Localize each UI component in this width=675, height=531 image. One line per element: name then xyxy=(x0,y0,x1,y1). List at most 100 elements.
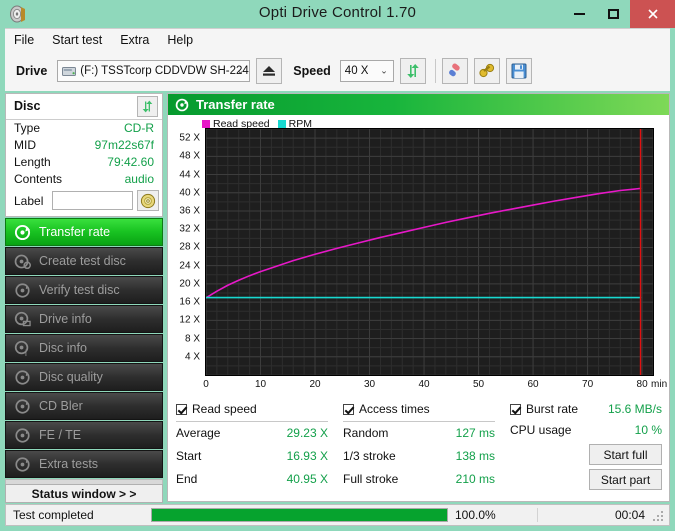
y-axis-tick-label: 32 X xyxy=(179,224,200,235)
disc-verify-icon xyxy=(14,282,31,299)
sidebar-item-cd-bler[interactable]: CD Bler xyxy=(5,392,163,420)
menu-bar: File Start test Extra Help xyxy=(5,28,670,51)
result-row-start: Start 16.93 X xyxy=(176,445,328,468)
disc-info-icon: i xyxy=(14,340,31,357)
y-axis-tick-label: 12 X xyxy=(179,315,200,326)
drive-select[interactable]: (F:) TSSTcorp CDDVDW SH-224GB SB00 ⌄ xyxy=(57,60,250,82)
disc-label-input[interactable] xyxy=(52,191,133,210)
y-axis-tick-label: 16 X xyxy=(179,297,200,308)
elapsed-time: 00:04 xyxy=(537,508,653,522)
speed-label: Speed xyxy=(293,64,331,78)
menu-item-start-test[interactable]: Start test xyxy=(43,31,111,49)
x-axis-tick-label: 40 xyxy=(418,379,429,390)
sidebar-item-transfer-rate[interactable]: Transfer rate xyxy=(5,218,163,246)
disc-row-type: Type CD-R xyxy=(6,120,162,137)
sidebar-item-label: Disc quality xyxy=(39,370,103,384)
eject-button[interactable] xyxy=(256,58,282,84)
refresh-button[interactable] xyxy=(400,58,426,84)
disc-row-key: Length xyxy=(14,155,51,169)
status-window-button[interactable]: Status window > > xyxy=(5,484,163,503)
progress-percent: 100.0% xyxy=(455,508,537,522)
y-axis-tick-label: 44 X xyxy=(179,169,200,180)
sidebar-item-disc-info[interactable]: i Disc info xyxy=(5,334,163,362)
x-axis-tick-label: 0 xyxy=(203,379,209,390)
read-speed-checkbox[interactable] xyxy=(176,404,187,415)
sidebar-item-extra-tests[interactable]: Extra tests xyxy=(5,450,163,478)
access-times-checkbox[interactable] xyxy=(343,404,354,415)
disc-extra-icon xyxy=(14,456,31,473)
disc-row-key: Contents xyxy=(14,172,62,186)
drive-value: (F:) TSSTcorp CDDVDW SH-224GB SB00 xyxy=(80,65,249,77)
sidebar-item-disc-quality[interactable]: Disc quality xyxy=(5,363,163,391)
tools-button[interactable] xyxy=(474,58,500,84)
disc-row-value: CD-R xyxy=(124,121,154,135)
disc-row-key: Type xyxy=(14,121,40,135)
burst-rate-checkbox-row[interactable]: Burst rate 15.6 MB/s xyxy=(510,399,662,419)
results-area: Read speed Average 29.23 X Start 16.93 X… xyxy=(168,399,669,499)
menu-item-extra[interactable]: Extra xyxy=(111,31,158,49)
result-value: 40.95 X xyxy=(287,472,328,486)
disc-panel: Disc Type CD-R MID 97m22s67f Length 79:4… xyxy=(5,93,163,217)
result-value: 29.23 X xyxy=(287,426,328,440)
start-part-row: Start part xyxy=(510,469,662,494)
sidebar-item-drive-info[interactable]: Drive info xyxy=(5,305,163,333)
resize-grip[interactable] xyxy=(653,509,665,521)
eraser-icon xyxy=(446,62,464,80)
minimize-button[interactable] xyxy=(562,0,596,28)
y-axis-tick-label: 8 X xyxy=(185,333,200,344)
x-axis-tick-label: 30 xyxy=(364,379,375,390)
y-axis-tick-label: 4 X xyxy=(185,351,200,362)
result-key: Average xyxy=(176,426,220,440)
menu-item-file[interactable]: File xyxy=(5,31,43,49)
refresh-icon xyxy=(140,99,155,114)
x-axis-tick-label: 50 xyxy=(473,379,484,390)
chevron-down-icon: ⌄ xyxy=(380,65,388,76)
disc-quality-icon xyxy=(14,369,31,386)
sidebar-item-verify-test-disc[interactable]: Verify test disc xyxy=(5,276,163,304)
sidebar-item-fe-te[interactable]: FE / TE xyxy=(5,421,163,449)
disc-label-button[interactable] xyxy=(137,190,159,211)
svg-text:i: i xyxy=(25,348,27,357)
sidebar-item-label: Create test disc xyxy=(39,254,126,268)
start-part-button[interactable]: Start part xyxy=(589,469,662,490)
sidebar-item-label: FE / TE xyxy=(39,428,81,442)
y-axis-tick-label: 20 X xyxy=(179,278,200,289)
toolbar: Drive (F:) TSSTcorp CDDVDW SH-224GB SB00… xyxy=(5,50,670,91)
start-full-button[interactable]: Start full xyxy=(589,444,662,465)
menu-item-help[interactable]: Help xyxy=(158,31,202,49)
sidebar-item-label: Transfer rate xyxy=(39,225,110,239)
app-window: Opti Drive Control 1.70 File Start test … xyxy=(0,0,675,531)
cd-disc-icon xyxy=(140,193,156,209)
maximize-button[interactable] xyxy=(596,0,630,28)
x-axis-tick-label: 10 xyxy=(255,379,266,390)
erase-button[interactable] xyxy=(442,58,468,84)
disc-panel-header: Disc xyxy=(6,94,162,120)
result-key: CPU usage xyxy=(510,423,571,437)
progress-bar xyxy=(151,508,448,522)
result-value: 210 ms xyxy=(456,472,495,486)
speed-value: 40 X xyxy=(345,65,369,77)
result-value: 138 ms xyxy=(456,449,495,463)
refresh-icon xyxy=(404,62,422,80)
result-key: Start xyxy=(176,449,201,463)
x-axis-tick-label: 80 xyxy=(637,379,648,390)
close-button[interactable] xyxy=(630,0,675,28)
disc-row-mid: MID 97m22s67f xyxy=(6,137,162,154)
sidebar-item-create-test-disc[interactable]: Create test disc xyxy=(5,247,163,275)
disc-transfer-icon xyxy=(175,98,189,112)
sidebar-item-label: Disc info xyxy=(39,341,87,355)
result-value: 127 ms xyxy=(456,426,495,440)
result-value: 16.93 X xyxy=(287,449,328,463)
result-row-random: Random 127 ms xyxy=(343,422,495,445)
burst-rate-checkbox[interactable] xyxy=(510,404,521,415)
disc-row-value: audio xyxy=(125,172,154,186)
disc-row-value: 97m22s67f xyxy=(95,138,154,152)
result-key: End xyxy=(176,472,197,486)
result-row-average: Average 29.23 X xyxy=(176,422,328,445)
disc-refresh-button[interactable] xyxy=(137,96,158,117)
save-button[interactable] xyxy=(506,58,532,84)
access-times-checkbox-row[interactable]: Access times xyxy=(343,399,495,419)
speed-select[interactable]: 40 X ⌄ xyxy=(340,60,394,82)
results-access-times: Access times Random 127 ms 1/3 stroke 13… xyxy=(343,399,495,491)
read-speed-checkbox-row[interactable]: Read speed xyxy=(176,399,328,419)
